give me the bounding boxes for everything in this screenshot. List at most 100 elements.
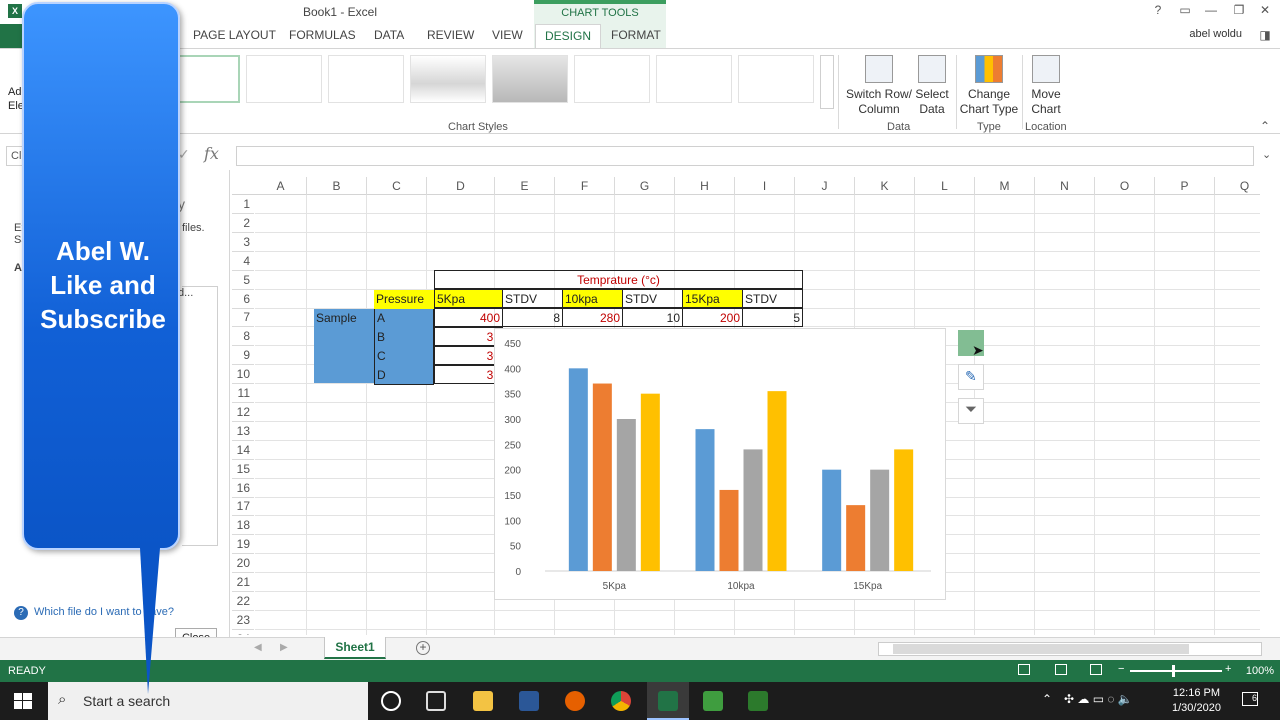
row-header-13[interactable]: 13 (232, 422, 254, 441)
camtasia-recorder-icon[interactable] (748, 691, 768, 711)
close-icon[interactable]: ✕ (1252, 3, 1278, 17)
cell-b-5kpa[interactable]: 37 (434, 327, 503, 346)
row-header-21[interactable]: 21 (232, 573, 254, 592)
cortana-icon[interactable] (381, 691, 401, 711)
taskbar-clock[interactable]: 12:16 PM 1/30/2020 (1172, 686, 1221, 716)
row-header-5[interactable]: 5 (232, 271, 254, 290)
row-header-19[interactable]: 19 (232, 535, 254, 555)
pressure-header[interactable]: Pressure (374, 290, 434, 309)
chrome-icon[interactable] (611, 691, 631, 711)
row-header-24[interactable]: 24 (232, 630, 254, 635)
bar-series-1-15kpa[interactable] (822, 469, 842, 571)
chart-style-6[interactable] (574, 55, 650, 103)
sample-a[interactable]: A (374, 309, 434, 328)
row-header-6[interactable]: 6 (232, 290, 254, 309)
row-header-8[interactable]: 8 (232, 327, 254, 347)
tab-view[interactable]: VIEW (492, 28, 523, 42)
tab-review[interactable]: REVIEW (427, 28, 474, 42)
stdv-header[interactable]: STDV (502, 289, 563, 308)
row-header-14[interactable]: 14 (232, 441, 254, 460)
windows-start-icon[interactable] (14, 693, 32, 709)
chart-elements-button[interactable]: ➤ (958, 330, 984, 358)
zoom-in-icon[interactable]: + (1225, 663, 1231, 675)
row-header-4[interactable]: 4 (232, 252, 254, 271)
bar-series-2-5kpa[interactable] (592, 383, 612, 571)
cell-d-5kpa[interactable]: 35 (434, 365, 503, 384)
column-header-e[interactable]: E (495, 177, 555, 195)
sample-b[interactable]: B (374, 328, 434, 347)
stdv-header[interactable]: STDV (742, 289, 803, 308)
file-list-box[interactable]: d... (178, 286, 218, 546)
cell-a-stdv5[interactable]: 8 (502, 308, 563, 327)
row-header-10[interactable]: 10 (232, 365, 254, 385)
firefox-icon[interactable] (565, 691, 585, 711)
cell-a-stdv10[interactable]: 10 (622, 308, 683, 327)
cell-a-stdv15[interactable]: 5 (742, 308, 803, 327)
column-header-o[interactable]: O (1095, 177, 1155, 195)
column-header-p[interactable]: P (1155, 177, 1215, 195)
row-header-2[interactable]: 2 (232, 214, 254, 233)
word-icon[interactable] (519, 691, 539, 711)
column-header-h[interactable]: H (675, 177, 735, 195)
chart-style-3[interactable] (328, 55, 404, 103)
chart-style-7[interactable] (656, 55, 732, 103)
task-view-icon[interactable] (426, 691, 446, 711)
row-header-7[interactable]: 7 (232, 308, 254, 328)
notification-icon[interactable]: 6 (1242, 692, 1258, 706)
chart-style-8[interactable] (738, 55, 814, 103)
sample-d[interactable]: D (374, 366, 434, 385)
horizontal-scrollbar[interactable] (878, 642, 1262, 656)
temperature-header[interactable]: Temprature (°c) (434, 270, 803, 289)
camtasia-icon[interactable] (703, 691, 723, 711)
scroll-right-sheet-icon[interactable]: ▶ (280, 642, 288, 653)
cell-a-15kpa[interactable]: 200 (682, 308, 743, 327)
help-button[interactable]: ? (1145, 3, 1171, 17)
cell-c-5kpa[interactable]: 30 (434, 346, 503, 365)
column-header-b[interactable]: B (307, 177, 367, 195)
user-account[interactable]: abel woldu (1189, 28, 1242, 40)
row-header-18[interactable]: 18 (232, 516, 254, 536)
sample-label[interactable]: Sample (314, 309, 374, 383)
stdv-header[interactable]: STDV (622, 289, 683, 308)
formula-input[interactable] (236, 146, 1254, 166)
bar-series-3-5kpa[interactable] (616, 419, 636, 571)
row-header-11[interactable]: 11 (232, 384, 254, 403)
chart-styles-brush-button[interactable]: ✎ (958, 364, 984, 390)
scroll-thumb[interactable] (893, 644, 1189, 654)
row-header-1[interactable]: 1 (232, 195, 254, 214)
column-header-j[interactable]: J (795, 177, 855, 195)
bar-series-3-10kpa[interactable] (743, 449, 763, 571)
expand-formula-bar-icon[interactable]: ⌄ (1262, 148, 1271, 161)
zoom-out-icon[interactable]: − (1118, 663, 1124, 675)
tab-formulas[interactable]: FORMULAS (289, 28, 356, 42)
column-header-k[interactable]: K (855, 177, 915, 195)
column-header-d[interactable]: D (427, 177, 495, 195)
show-hidden-icons[interactable]: ⌃ (1042, 692, 1052, 706)
chart-style-4[interactable] (410, 55, 486, 103)
bar-series-3-15kpa[interactable] (870, 469, 890, 571)
col-5kpa-header[interactable]: 5Kpa (434, 289, 503, 308)
row-header-20[interactable]: 20 (232, 554, 254, 574)
zoom-slider-knob[interactable] (1172, 665, 1175, 677)
bar-series-2-10kpa[interactable] (719, 489, 739, 571)
excel-taskbar-active[interactable] (647, 682, 689, 720)
chart-filters-button[interactable]: ⏷ (958, 398, 984, 424)
insert-function-icon[interactable]: fx (204, 144, 219, 163)
zoom-slider[interactable] (1130, 665, 1222, 677)
tab-data[interactable]: DATA (374, 28, 404, 42)
row-header-9[interactable]: 9 (232, 346, 254, 366)
taskbar-search[interactable]: ⌕ Start a search (48, 682, 368, 720)
select-data-button[interactable]: Select Data (912, 55, 952, 117)
column-header-n[interactable]: N (1035, 177, 1095, 195)
chart-style-5[interactable] (492, 55, 568, 103)
bar-series-4-10kpa[interactable] (767, 391, 787, 571)
page-break-view-icon[interactable] (1090, 664, 1102, 675)
column-chart[interactable]: 0 50 100 150 200 250 300 350 400 450 5Kpa 10kpa 15Kp… (494, 328, 946, 600)
sheet-tab-sheet1[interactable]: Sheet1 (324, 637, 386, 659)
scroll-left-sheet-icon[interactable]: ◀ (254, 642, 262, 653)
cell-a-5kpa[interactable]: 400 (434, 308, 503, 327)
chart-styles-more-icon[interactable] (820, 55, 834, 109)
move-chart-button[interactable]: Move Chart (1026, 55, 1066, 117)
ribbon-display-options-icon[interactable]: ▭ (1172, 3, 1198, 17)
col-10kpa-header[interactable]: 10kpa (562, 289, 623, 308)
